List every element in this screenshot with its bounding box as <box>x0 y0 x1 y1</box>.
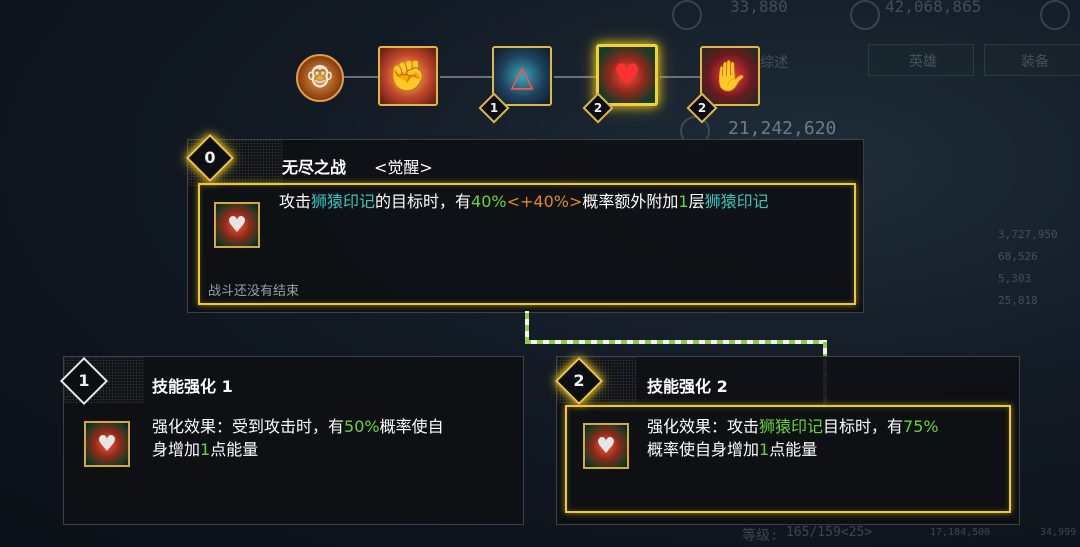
enhance-2-title: 技能强化 2 <box>647 377 728 396</box>
side-value-4: 25,818 <box>998 294 1038 307</box>
fist-skill-icon[interactable]: ✊ <box>378 46 438 106</box>
skill-connector-1 <box>344 76 378 78</box>
link-line-horizontal <box>525 340 827 344</box>
hero-tab-label: 英雄 <box>909 54 937 70</box>
enhance-panel-1: 技能强化 1 ♥ 强化效果：受到攻击时，有50%概率使自 身增加1点能量 <box>63 356 524 525</box>
hud-top-value-2: 42,068,865 <box>885 0 982 16</box>
skill-connector-3 <box>554 76 596 78</box>
settings-icon <box>1040 0 1070 30</box>
main-skill-description: 攻击狮猿印记的目标时，有40%<+40%>概率额外附加1层狮猿印记 <box>279 192 769 211</box>
lion-ape-skill-icon[interactable]: 🐵 <box>296 54 344 102</box>
level-value: 165/159<25> <box>786 525 873 540</box>
mark-skill-icon[interactable]: ♥ <box>596 44 658 106</box>
claw-skill-icon[interactable]: ✋ <box>700 46 760 106</box>
level-label: 等级: <box>742 528 779 544</box>
bottom-value-1: 17,184,500 <box>930 527 991 538</box>
skill-connector-4 <box>660 76 700 78</box>
power-icon <box>850 0 880 30</box>
hud-mid-value: 21,242,620 <box>728 118 837 139</box>
skill-connector-2 <box>440 76 492 78</box>
link-line-vertical-1 <box>525 311 529 343</box>
skill-row: 🐵 ✊ △ ♥ ✋ 1 2 2 <box>290 40 770 124</box>
main-skill-note: 战斗还没有结束 <box>208 284 300 299</box>
lion-ape-mark-icon-2: ♥ <box>84 421 130 467</box>
enhance-1-description: 强化效果：受到攻击时，有50%概率使自 身增加1点能量 <box>152 417 444 459</box>
side-value-3: 5,303 <box>998 272 1032 285</box>
equipment-tab[interactable]: 装备 <box>984 44 1080 76</box>
hero-tab[interactable]: 英雄 <box>868 44 974 76</box>
main-skill-title: 无尽之战 <box>282 158 347 177</box>
lion-ape-mark-icon: ♥ <box>214 202 260 248</box>
equipment-tab-label: 装备 <box>1021 54 1049 70</box>
hud-top-value-1: 33,880 <box>730 0 788 16</box>
triangle-skill-icon[interactable]: △ <box>492 46 552 106</box>
enhance-1-title: 技能强化 1 <box>152 377 233 396</box>
side-value-2: 68,526 <box>998 250 1038 263</box>
main-skill-panel: 无尽之战 <觉醒> ♥ 攻击狮猿印记的目标时，有40%<+40%>概率额外附加1… <box>187 139 864 313</box>
main-skill-tag: <觉醒> <box>374 158 433 177</box>
currency-icon <box>672 0 702 30</box>
side-value-1: 3,727,950 <box>998 228 1058 241</box>
enhance-2-description: 强化效果：攻击狮猿印记目标时，有75% 概率使自身增加1点能量 <box>647 417 939 459</box>
bottom-value-2: 34,999 <box>1040 527 1077 538</box>
enhance-panel-2: 技能强化 2 ♥ 强化效果：攻击狮猿印记目标时，有75% 概率使自身增加1点能量 <box>556 356 1020 525</box>
lion-ape-mark-icon-3: ♥ <box>583 423 629 469</box>
